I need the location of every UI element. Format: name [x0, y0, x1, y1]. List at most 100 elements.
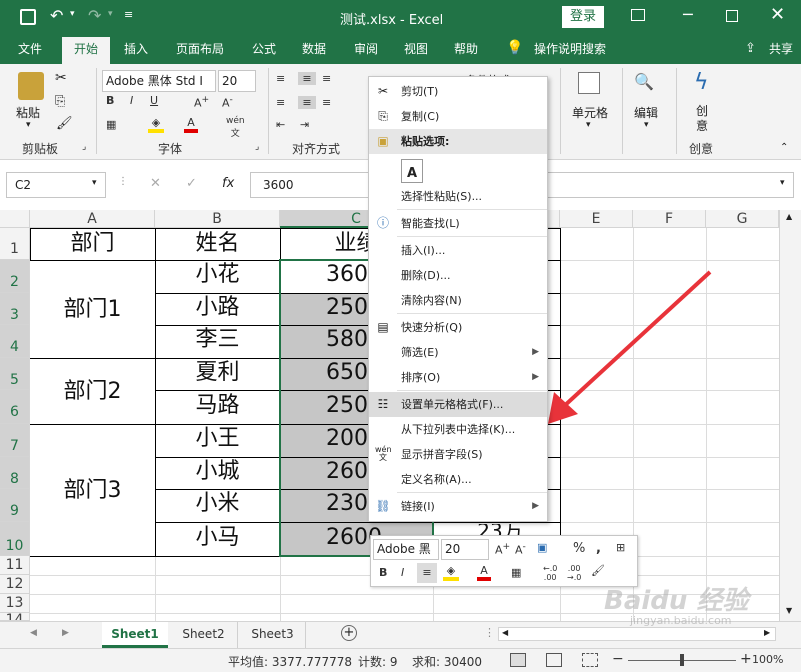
mini-font-size-combo[interactable]: 20: [441, 539, 489, 560]
header-name[interactable]: 姓名: [155, 228, 280, 260]
phonetic-icon[interactable]: wén 文: [226, 116, 245, 139]
tab-insert[interactable]: 插入: [114, 34, 158, 64]
normal-view-icon[interactable]: [510, 653, 526, 667]
search-icon[interactable]: 🔍: [634, 72, 654, 91]
tab-formulas[interactable]: 公式: [242, 34, 286, 64]
row-header[interactable]: 7: [0, 424, 30, 457]
format-painter-icon[interactable]: 🖌: [56, 116, 73, 131]
name-cell[interactable]: 小花: [155, 260, 280, 293]
align-right-icon[interactable]: ≡: [322, 96, 331, 109]
tab-view[interactable]: 视图: [394, 34, 438, 64]
scroll-up-icon[interactable]: ▲: [786, 212, 792, 221]
align-top-icon[interactable]: ≡: [276, 72, 285, 85]
align-left-icon[interactable]: ≡: [276, 96, 285, 109]
menu-item-delete[interactable]: 删除(D)...: [369, 263, 547, 288]
expand-formula-icon[interactable]: ▾: [780, 178, 785, 188]
paste-dropdown-icon[interactable]: ▾: [26, 120, 31, 130]
lightning-icon[interactable]: ϟ: [694, 70, 709, 95]
mini-font-name-combo[interactable]: Adobe 黑: [373, 539, 439, 560]
mini-decrease-decimal-icon[interactable]: .00 →.0: [567, 564, 581, 582]
menu-item-define-name[interactable]: 定义名称(A)...: [369, 467, 547, 492]
tab-data[interactable]: 数据: [292, 34, 336, 64]
increase-font-icon[interactable]: A+: [194, 94, 209, 110]
sheet-tab-2[interactable]: Sheet2: [170, 622, 238, 648]
underline-button[interactable]: U: [150, 94, 158, 107]
mini-percent-icon[interactable]: %: [573, 541, 585, 556]
mini-comma-icon[interactable]: ,: [596, 541, 601, 556]
tell-me-search[interactable]: 操作说明搜索: [530, 34, 610, 64]
copy-icon[interactable]: ⎘: [55, 94, 65, 109]
menu-item-insert[interactable]: 插入(I)...: [369, 238, 547, 263]
name-cell[interactable]: 夏利: [155, 358, 280, 390]
name-cell[interactable]: 小王: [155, 424, 280, 457]
increase-indent-icon[interactable]: ⇥: [300, 118, 309, 131]
fill-color-icon[interactable]: ◈: [148, 116, 164, 133]
borders-icon[interactable]: ▦: [106, 118, 116, 131]
insert-function-icon[interactable]: fx: [222, 176, 234, 191]
mini-bold-button[interactable]: B: [379, 566, 387, 579]
enter-formula-icon[interactable]: ✓: [186, 176, 197, 191]
column-header-f[interactable]: F: [633, 210, 706, 228]
row-header[interactable]: 10: [0, 522, 30, 556]
mini-align-center-icon[interactable]: ≡: [417, 563, 437, 583]
zoom-slider-thumb[interactable]: [680, 654, 684, 666]
row-header[interactable]: 2: [0, 260, 30, 293]
column-header-a[interactable]: A: [30, 210, 155, 228]
mini-fill-color-icon[interactable]: ◈: [443, 564, 459, 581]
save-icon[interactable]: [20, 9, 36, 25]
customize-qat-icon[interactable]: ≡: [124, 8, 133, 21]
align-bottom-icon[interactable]: ≡: [322, 72, 331, 85]
mini-increase-decimal-icon[interactable]: ←.0.00: [543, 564, 557, 582]
editing-dropdown-icon[interactable]: ▾: [644, 120, 649, 130]
create-button[interactable]: 创意: [696, 104, 708, 134]
tab-review[interactable]: 审阅: [344, 34, 388, 64]
paste-icon[interactable]: [18, 72, 44, 100]
undo-dropdown-icon[interactable]: ▾: [70, 9, 75, 19]
department-cell[interactable]: 部门1: [30, 261, 155, 358]
menu-item-filter[interactable]: 筛选(E) ▶: [369, 340, 547, 365]
row-header[interactable]: 14: [0, 613, 30, 621]
font-launcher-icon[interactable]: ⌟: [255, 142, 259, 152]
tab-help[interactable]: 帮助: [444, 34, 488, 64]
menu-item-link[interactable]: ⛓ 链接(I) ▶: [369, 494, 547, 519]
zoom-level[interactable]: 100%: [752, 653, 783, 666]
menu-item-cut[interactable]: ✂ 剪切(T): [369, 79, 547, 104]
redo-icon[interactable]: ↷: [88, 6, 101, 25]
maximize-button[interactable]: [726, 10, 738, 22]
row-header[interactable]: 11: [0, 556, 30, 575]
paste-button-label[interactable]: 粘贴: [16, 104, 40, 121]
page-break-view-icon[interactable]: [582, 653, 598, 667]
menu-item-smart-lookup[interactable]: ⓘ 智能查找(L): [369, 211, 547, 236]
cut-icon[interactable]: ✂: [55, 70, 67, 86]
share-button[interactable]: 共享: [764, 34, 798, 64]
close-button[interactable]: ✕: [770, 4, 785, 25]
menu-item-paste-special[interactable]: 选择性粘贴(S)...: [369, 184, 547, 209]
clipboard-launcher-icon[interactable]: ⌟: [82, 142, 86, 152]
bold-button[interactable]: B: [106, 94, 114, 107]
mini-italic-button[interactable]: I: [401, 566, 404, 579]
cancel-formula-icon[interactable]: ✕: [150, 176, 161, 191]
row-header[interactable]: 4: [0, 325, 30, 358]
tab-split-dots-icon[interactable]: ⋮: [484, 626, 495, 639]
vertical-scrollbar[interactable]: [779, 210, 801, 621]
name-cell[interactable]: 马路: [155, 390, 280, 424]
decrease-font-icon[interactable]: A-: [222, 94, 233, 110]
next-sheet-icon[interactable]: ▶: [62, 628, 69, 638]
cells-icon[interactable]: [578, 72, 600, 94]
row-header[interactable]: 1: [0, 228, 30, 260]
menu-item-format-cells[interactable]: ☷ 设置单元格格式(F)...: [369, 392, 547, 417]
menu-item-copy[interactable]: ⎘ 复制(C): [369, 104, 547, 129]
tab-file[interactable]: 文件: [8, 34, 52, 64]
menu-item-show-phonetic[interactable]: wén 文显示拼音字段(S): [369, 442, 547, 467]
add-sheet-icon[interactable]: +: [341, 625, 357, 641]
name-cell[interactable]: 小马: [155, 522, 280, 556]
department-cell[interactable]: 部门2: [30, 359, 155, 424]
name-box[interactable]: C2: [6, 172, 106, 198]
tab-home[interactable]: 开始: [62, 37, 110, 64]
zoom-in-icon[interactable]: +: [740, 651, 752, 667]
name-cell[interactable]: 小米: [155, 489, 280, 522]
column-header-e[interactable]: E: [560, 210, 633, 228]
column-header-g[interactable]: G: [706, 210, 779, 228]
sheet-tab-3[interactable]: Sheet3: [240, 622, 306, 648]
mini-format-painter-icon[interactable]: 🖌: [591, 564, 605, 577]
